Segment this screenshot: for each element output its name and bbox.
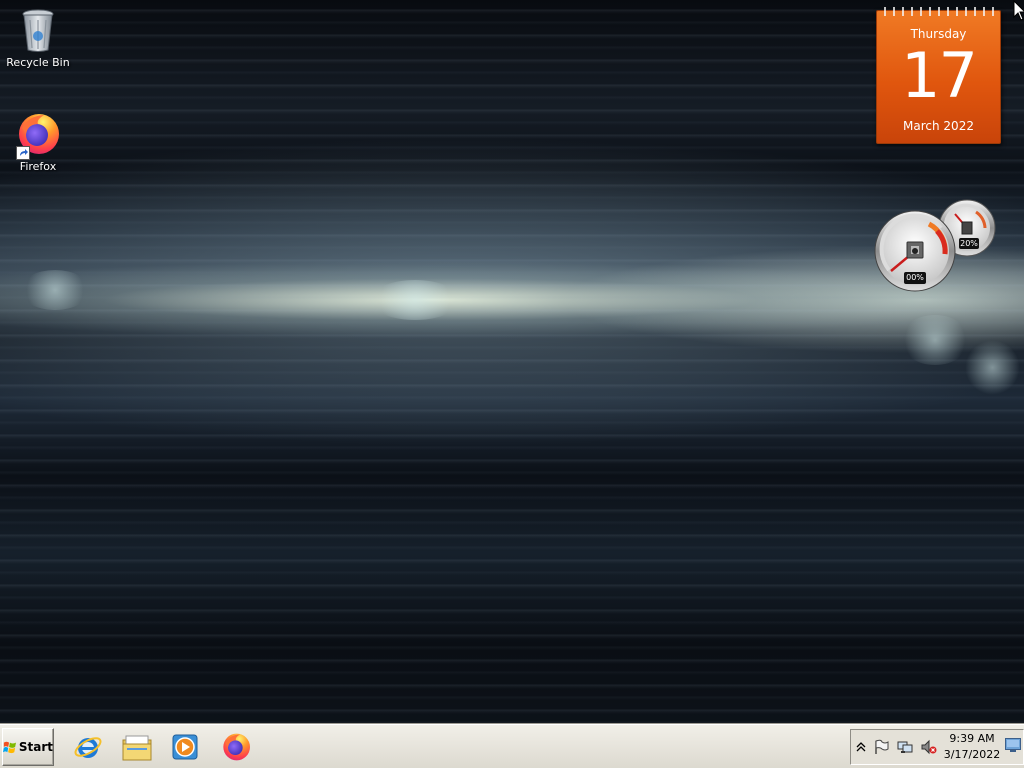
- chevron-up-icon: [856, 742, 866, 752]
- internet-explorer-icon: [74, 737, 102, 758]
- calendar-day: 17: [901, 39, 978, 112]
- calendar-month-year: March 2022: [903, 119, 974, 133]
- cpu-usage-readout: 00%: [904, 272, 926, 284]
- network-icon: [897, 741, 913, 753]
- media-player-icon: [172, 734, 198, 760]
- folder-icon: [122, 735, 152, 761]
- taskbar-pin-media-player[interactable]: [168, 730, 202, 764]
- firefox-icon: [223, 733, 250, 761]
- cpu-meter-gadget[interactable]: 00% 20%: [873, 198, 1003, 294]
- calendar-gadget[interactable]: Thursday 17 March 2022: [876, 7, 1001, 144]
- taskbar-pin-windows-explorer[interactable]: [120, 730, 154, 764]
- desktop[interactable]: Recycle Bin Firefox Thursday 17 March 20…: [0, 0, 1024, 768]
- recycle-bin-icon: [14, 6, 62, 54]
- memory-usage-readout: 20%: [959, 238, 979, 249]
- desktop-icon-firefox[interactable]: Firefox: [0, 110, 76, 173]
- firefox-icon: [14, 110, 62, 160]
- taskbar-pin-firefox[interactable]: [219, 730, 253, 764]
- calendar-rings-icon: [884, 7, 994, 16]
- wallpaper-bokeh: [900, 315, 970, 365]
- start-button[interactable]: Start: [2, 728, 54, 766]
- mouse-pointer-icon: [1013, 0, 1024, 21]
- clock[interactable]: 9:39 AM 3/17/2022: [941, 731, 1003, 763]
- windows-logo-icon: [3, 741, 16, 754]
- volume-muted-icon: [921, 739, 937, 755]
- taskbar: Start 9:39 AM 3/17/2022: [0, 724, 1024, 768]
- wallpaper-bokeh: [20, 270, 90, 310]
- notification-area: 9:39 AM 3/17/2022: [850, 729, 1024, 765]
- flag-icon: [875, 739, 889, 754]
- clock-time: 9:39 AM: [949, 732, 995, 745]
- show-hidden-icons-button[interactable]: [853, 739, 869, 755]
- wallpaper-bokeh: [370, 280, 460, 320]
- action-center-button[interactable]: [873, 739, 889, 755]
- wallpaper-streaks: [0, 0, 1024, 724]
- show-desktop-icon[interactable]: [1005, 738, 1021, 752]
- taskbar-pin-internet-explorer[interactable]: [71, 730, 105, 764]
- network-button[interactable]: [897, 739, 913, 755]
- wallpaper-bokeh: [965, 340, 1020, 395]
- desktop-icon-label: Firefox: [19, 160, 57, 173]
- meter-dials: [874, 199, 996, 292]
- shortcut-arrow-icon: [16, 146, 30, 160]
- volume-button[interactable]: [921, 739, 937, 755]
- desktop-icon-recycle-bin[interactable]: Recycle Bin: [0, 6, 76, 69]
- clock-date: 3/17/2022: [943, 748, 1001, 761]
- desktop-icon-label: Recycle Bin: [6, 56, 70, 69]
- start-label: Start: [18, 740, 53, 754]
